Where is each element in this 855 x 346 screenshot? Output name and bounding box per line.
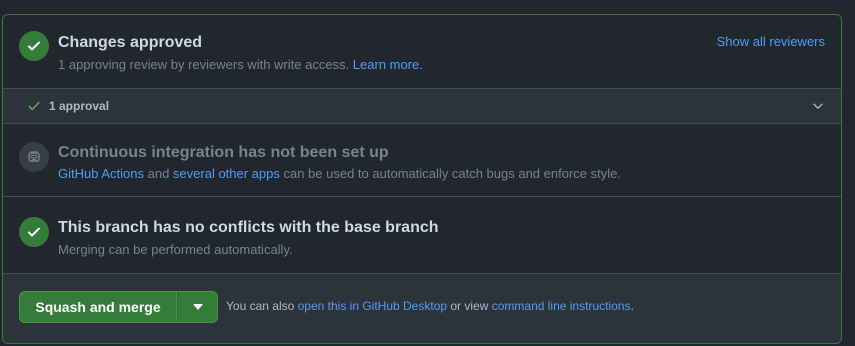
changes-approved-title: Changes approved — [58, 34, 203, 51]
check-icon — [28, 101, 40, 111]
merge-note-middle: or view — [447, 299, 492, 313]
check-circle-icon — [19, 31, 49, 61]
changes-approved-section: Changes approved 1 approving review by r… — [3, 15, 841, 89]
merge-method-dropdown-button[interactable] — [177, 291, 218, 323]
approval-count-label: 1 approval — [49, 99, 110, 113]
several-other-apps-link[interactable]: several other apps — [173, 166, 280, 181]
command-line-instructions-link[interactable]: command line instructions — [492, 299, 631, 313]
changes-approved-subtitle: 1 approving review by reviewers with wri… — [58, 57, 423, 72]
chevron-down-icon[interactable] — [811, 99, 825, 113]
no-conflicts-title: This branch has no conflicts with the ba… — [58, 219, 439, 236]
approving-review-text: 1 approving review by reviewers with wri… — [58, 57, 350, 72]
merge-alternatives-note: You can also open this in GitHub Desktop… — [226, 299, 634, 313]
show-all-reviewers-link[interactable]: Show all reviewers — [717, 34, 825, 49]
continuous-integration-section: Continuous integration has not been set … — [3, 124, 841, 197]
no-conflicts-subtitle: Merging can be performed automatically. — [58, 242, 293, 257]
squash-and-merge-button[interactable]: Squash and merge — [19, 291, 177, 323]
learn-more-link[interactable]: Learn more. — [353, 57, 423, 72]
ci-text-rest: can be used to automatically catch bugs … — [279, 166, 621, 181]
check-circle-icon — [19, 217, 49, 247]
merge-actions-section: Squash and merge You can also open this … — [3, 274, 841, 343]
merge-button-group: Squash and merge — [19, 291, 218, 323]
approval-summary-toggle[interactable]: 1 approval — [3, 89, 841, 124]
triangle-down-icon — [192, 304, 203, 310]
merge-note-prefix: You can also — [226, 299, 298, 313]
open-in-github-desktop-link[interactable]: open this in GitHub Desktop — [298, 299, 447, 313]
merge-box: Changes approved 1 approving review by r… — [2, 14, 842, 344]
github-actions-link[interactable]: GitHub Actions — [58, 166, 144, 181]
ci-subtitle: GitHub Actions and several other apps ca… — [58, 166, 621, 181]
merge-note-suffix: . — [630, 299, 634, 313]
no-conflicts-section: This branch has no conflicts with the ba… — [3, 197, 841, 274]
ci-text-and: and — [144, 166, 173, 181]
ci-title: Continuous integration has not been set … — [58, 144, 389, 161]
robot-icon — [19, 142, 49, 172]
